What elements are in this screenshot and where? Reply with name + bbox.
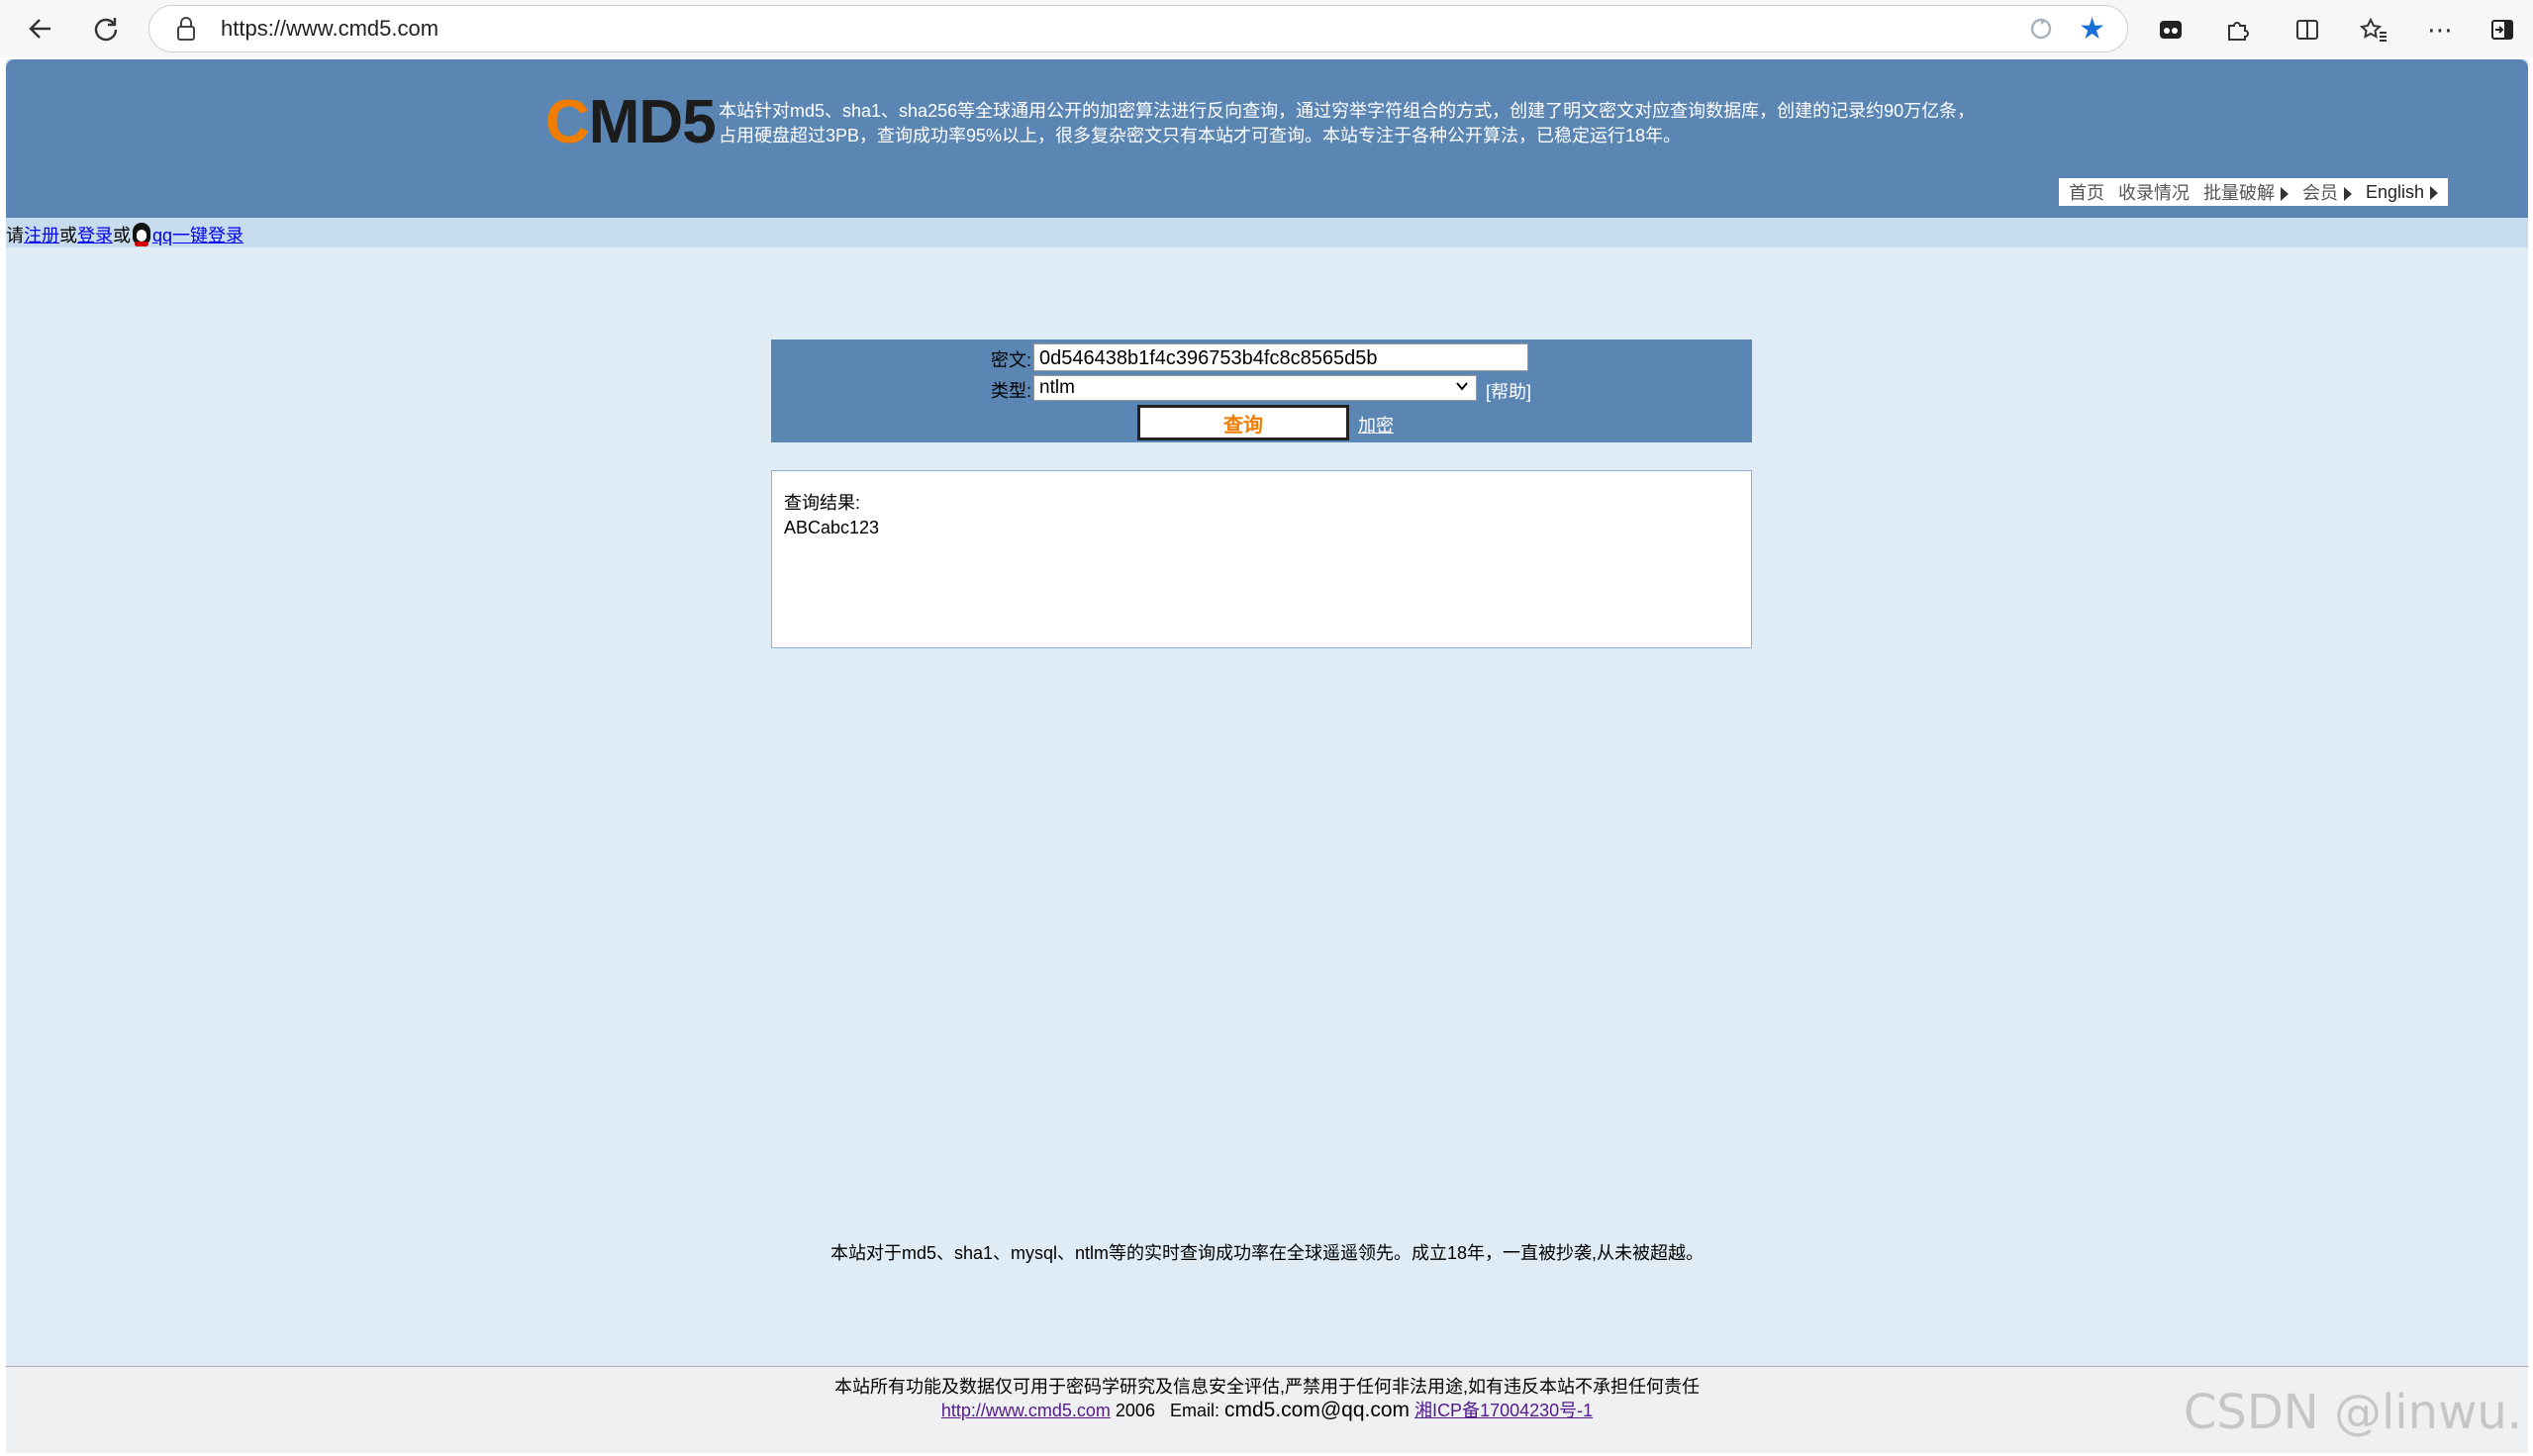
- chevron-down-icon: [1454, 378, 1470, 402]
- browser-toolbar: https://www.cmd5.com ★ ⋯: [0, 0, 2533, 57]
- watermark-text: CSDN @linwu.: [2183, 1385, 2522, 1440]
- back-icon[interactable]: [18, 6, 63, 51]
- lock-icon: [175, 16, 199, 42]
- cipher-label: 密文:: [991, 350, 1032, 370]
- type-select[interactable]: ntlm: [1033, 375, 1477, 401]
- top-nav: 首页 收录情况 批量破解 会员 English: [2059, 178, 2449, 206]
- qq-penguin-icon[interactable]: [133, 223, 150, 246]
- type-label: 类型:: [991, 381, 1032, 401]
- more-icon[interactable]: ⋯: [2420, 10, 2460, 49]
- site-logo[interactable]: CMD5: [545, 87, 717, 157]
- footer-email: cmd5.com@qq.com: [1224, 1399, 1411, 1421]
- help-link[interactable]: [帮助]: [1486, 378, 1531, 404]
- result-value: ABCabc123: [784, 518, 880, 537]
- intro-line-1: 本站针对md5、sha1、sha256等全球通用公开的加密算法进行反向查询，通过…: [719, 101, 1976, 121]
- page-content: CMD5 本站针对md5、sha1、sha256等全球通用公开的加密算法进行反向…: [6, 59, 2528, 1453]
- intro-line-2: 占用硬盘超过3PB，查询成功率95%以上，很多复杂密文只有本站才可查询。本站专注…: [719, 126, 1682, 146]
- address-bar[interactable]: https://www.cmd5.com ★: [148, 5, 2128, 52]
- register-link[interactable]: 注册: [24, 226, 59, 245]
- footer-site-link[interactable]: http://www.cmd5.com: [941, 1401, 1111, 1420]
- favorites-icon[interactable]: [2354, 10, 2393, 49]
- result-box: 查询结果: ABCabc123: [771, 470, 1752, 648]
- reload-icon[interactable]: [83, 6, 129, 51]
- caret-right-icon: [2430, 185, 2439, 200]
- site-slogan: 本站对于md5、sha1、mysql、ntlm等的实时查询成功率在全球遥遥领先。…: [829, 1243, 1705, 1263]
- login-link[interactable]: 登录: [77, 226, 113, 245]
- extensions-puzzle-icon[interactable]: [2217, 10, 2257, 49]
- site-footer: 本站所有功能及数据仅可用于密码学研究及信息安全评估,严禁用于任何非法用途,如有违…: [6, 1366, 2528, 1453]
- caret-right-icon: [2344, 187, 2352, 202]
- footer-disclaimer: 本站所有功能及数据仅可用于密码学研究及信息安全评估,严禁用于任何非法用途,如有违…: [834, 1377, 1700, 1397]
- qq-login-link[interactable]: qq一键登录: [152, 226, 244, 245]
- query-form: 密文: 0d546438b1f4c396753b4fc8c8565d5b 类型:…: [771, 340, 1752, 442]
- sidebar-toggle-icon[interactable]: [2483, 10, 2522, 49]
- extension-icon[interactable]: [2151, 10, 2191, 49]
- nav-batch[interactable]: 批量破解: [2203, 179, 2289, 205]
- footer-email-label: Email:: [1169, 1401, 1219, 1420]
- query-button[interactable]: 查询: [1137, 405, 1349, 440]
- nav-records[interactable]: 收录情况: [2118, 179, 2190, 205]
- site-header: CMD5 本站针对md5、sha1、sha256等全球通用公开的加密算法进行反向…: [6, 59, 2528, 218]
- encrypt-link[interactable]: 加密: [1358, 412, 1394, 437]
- result-title: 查询结果:: [784, 493, 861, 513]
- favorite-star-icon[interactable]: ★: [2079, 12, 2105, 47]
- url-text[interactable]: https://www.cmd5.com: [221, 16, 438, 42]
- cipher-input[interactable]: 0d546438b1f4c396753b4fc8c8565d5b: [1033, 343, 1528, 371]
- login-bar: 请注册或登录或 qq一键登录: [6, 218, 2528, 247]
- footer-year: 2006: [1115, 1401, 1155, 1420]
- footer-icp-link[interactable]: 湘ICP备17004230号-1: [1414, 1401, 1593, 1420]
- footer-info: http://www.cmd5.com 2006 Email: cmd5.com…: [6, 1397, 2528, 1422]
- nav-english[interactable]: English: [2366, 182, 2439, 203]
- app-available-icon[interactable]: [2028, 16, 2054, 42]
- nav-home[interactable]: 首页: [2069, 179, 2104, 205]
- site-intro: 本站针对md5、sha1、sha256等全球通用公开的加密算法进行反向查询，通过…: [719, 99, 2005, 148]
- nav-member[interactable]: 会员: [2302, 179, 2352, 205]
- caret-right-icon: [2281, 187, 2289, 202]
- split-screen-icon[interactable]: [2288, 10, 2327, 49]
